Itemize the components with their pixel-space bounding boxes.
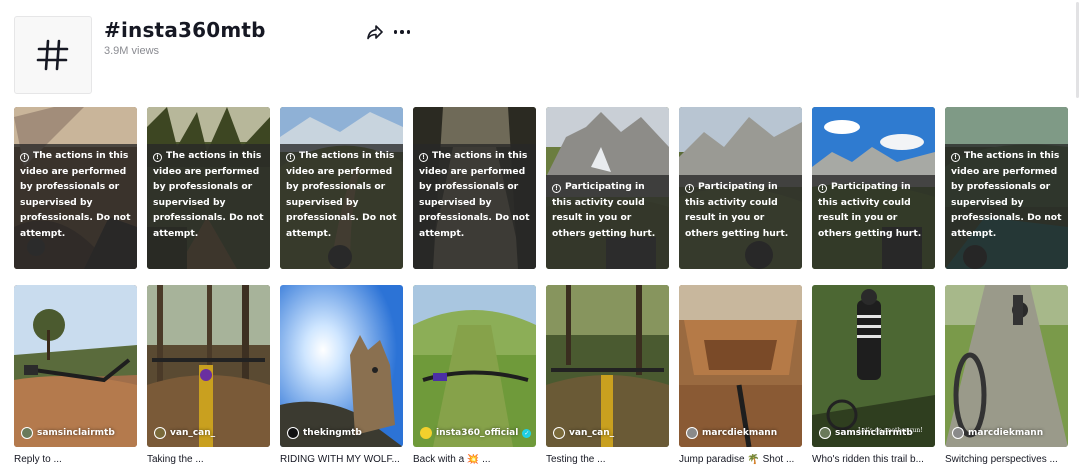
video-author[interactable]: thekingmtb [287,427,362,439]
scrollbar[interactable] [1072,0,1080,100]
video-thumbnail: insta360_official ✓ [413,285,536,447]
author-name: marcdiekmann [702,428,778,438]
video-caption[interactable]: Jump paradise 🌴 Shot ... [679,454,802,467]
video-caption[interactable]: Back with a 💥 ... [413,454,536,467]
video-card[interactable]: ! The actions in this video are performed… [14,107,137,269]
video-caption[interactable]: Who's ridden this trail b... [812,454,935,467]
video-card[interactable]: van_can_ Taking the ... [147,285,270,467]
avatar [420,427,432,439]
verified-icon: ✓ [522,428,532,438]
info-icon: ! [153,153,162,162]
author-name: samsinclairmtb [37,428,115,438]
info-icon: ! [20,153,29,162]
video-card[interactable]: samsinclairmtb Reply to ... [14,285,137,467]
video-card[interactable]: insta360_official ✓ Back with a 💥 ... [413,285,536,467]
video-author[interactable]: insta360_official ✓ [420,427,532,439]
video-thumbnail: ! The actions in this video are performed… [280,107,403,269]
more-icon [393,30,398,34]
author-name: thekingmtb [303,428,362,438]
avatar [553,427,565,439]
avatar [819,427,831,439]
video-author[interactable]: samsinclairmtb [21,427,115,439]
hashtag-icon [36,39,69,71]
video-author[interactable]: marcdiekmann [952,427,1043,439]
video-card[interactable]: marcdiekmann Switching perspectives ... [945,285,1068,467]
share-icon [367,25,383,40]
safety-warning: ! Participating in this activity could re… [546,175,669,269]
video-author[interactable]: van_can_ [553,427,614,439]
safety-warning: ! The actions in this video are performed… [945,144,1068,269]
video-card[interactable]: van_can_ Testing the ... [546,285,669,467]
video-thumbnail: samsinclairmtb [14,285,137,447]
video-thumbnail: ! The actions in this video are performed… [413,107,536,269]
video-caption[interactable]: RIDING WITH MY WOLF... [280,454,403,467]
video-thumbnail: marcdiekmann [945,285,1068,447]
safety-warning: ! The actions in this video are performed… [280,144,403,269]
author-name: samsinclairmtb [835,428,913,438]
safety-warning: ! Participating in this activity could re… [812,175,935,269]
info-icon: ! [286,153,295,162]
video-caption[interactable]: Switching perspectives ... [945,454,1068,467]
video-card[interactable]: ! The actions in this video are performed… [147,107,270,269]
video-thumbnail: Let's do another run! samsinclairmtb [812,285,935,447]
video-grid-row-2: samsinclairmtb Reply to ... van_can_ Tak… [14,285,1068,467]
hashtag-title: #insta360mtb [104,18,266,42]
video-author[interactable]: marcdiekmann [686,427,777,439]
info-icon: ! [419,153,428,162]
safety-warning: ! Participating in this activity could re… [679,175,802,269]
video-card[interactable]: ! Participating in this activity could re… [812,107,935,269]
author-name: insta360_official [436,428,519,438]
video-grid-row-1: ! The actions in this video are performed… [14,107,1068,269]
video-card[interactable]: ! The actions in this video are performed… [280,107,403,269]
avatar [21,427,33,439]
video-card[interactable]: ! The actions in this video are performed… [945,107,1068,269]
video-thumbnail: ! Participating in this activity could re… [546,107,669,269]
video-thumbnail: ! The actions in this video are performed… [945,107,1068,269]
video-card[interactable]: thekingmtb RIDING WITH MY WOLF... [280,285,403,467]
video-author[interactable]: samsinclairmtb [819,427,913,439]
video-thumbnail: van_can_ [147,285,270,447]
video-card[interactable]: ! Participating in this activity could re… [679,107,802,269]
video-caption[interactable]: Testing the ... [546,454,669,467]
info-icon: ! [951,153,960,162]
video-caption[interactable]: Taking the ... [147,454,270,467]
video-card[interactable]: Let's do another run! samsinclairmtb Who… [812,285,935,467]
avatar [154,427,166,439]
hashtag-header: #insta360mtb 3.9M views [14,16,1064,96]
video-thumbnail: ! Participating in this activity could re… [679,107,802,269]
safety-warning: ! The actions in this video are performed… [147,144,270,269]
video-thumbnail: ! The actions in this video are performed… [147,107,270,269]
more-options-button[interactable] [391,22,413,42]
video-thumbnail: marcdiekmann [679,285,802,447]
avatar [287,427,299,439]
video-thumbnail: thekingmtb [280,285,403,447]
author-name: marcdiekmann [968,428,1044,438]
info-icon: ! [818,184,827,193]
author-name: van_can_ [569,428,615,438]
video-card[interactable]: marcdiekmann Jump paradise 🌴 Shot ... [679,285,802,467]
info-icon: ! [552,184,561,193]
info-icon: ! [685,184,694,193]
video-author[interactable]: van_can_ [154,427,215,439]
video-card[interactable]: ! The actions in this video are performed… [413,107,536,269]
video-thumbnail: ! The actions in this video are performed… [14,107,137,269]
safety-warning: ! The actions in this video are performed… [413,144,536,269]
video-thumbnail: van_can_ [546,285,669,447]
hashtag-thumbnail [14,16,92,94]
safety-warning: ! The actions in this video are performed… [14,144,137,269]
avatar [952,427,964,439]
video-card[interactable]: ! Participating in this activity could re… [546,107,669,269]
hashtag-views: 3.9M views [104,45,160,57]
video-caption[interactable]: Reply to ... [14,454,137,467]
share-button[interactable] [365,22,385,42]
avatar [686,427,698,439]
video-thumbnail: ! Participating in this activity could re… [812,107,935,269]
author-name: van_can_ [170,428,216,438]
